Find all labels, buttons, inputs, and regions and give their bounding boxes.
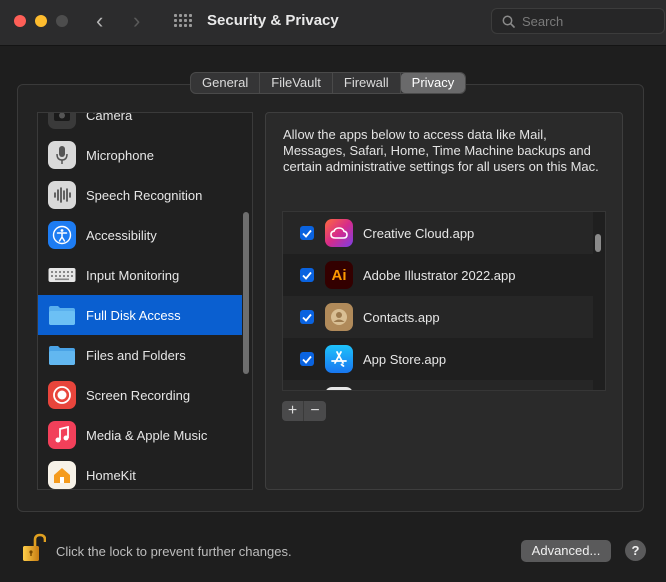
- app-name: Contacts.app: [363, 309, 440, 325]
- app-icon-partial: [325, 387, 353, 390]
- illustrator-icon: Ai: [325, 261, 353, 289]
- tab-bar: General FileVault Firewall Privacy: [190, 72, 467, 94]
- privacy-category-list[interactable]: Camera Microphone Speech Recognition Acc…: [37, 112, 253, 490]
- add-app-button[interactable]: +: [282, 401, 304, 421]
- tab-privacy[interactable]: Privacy: [400, 73, 466, 93]
- sidebar-item-media-apple-music[interactable]: Media & Apple Music: [38, 415, 252, 455]
- app-row-adobe-illustrator[interactable]: Ai Adobe Illustrator 2022.app: [283, 254, 593, 296]
- lock-status-text: Click the lock to prevent further change…: [56, 544, 292, 559]
- app-name: Adobe Illustrator 2022.app: [363, 267, 516, 283]
- add-remove-control: + −: [282, 401, 326, 421]
- app-checkbox[interactable]: [300, 310, 314, 324]
- sidebar-item-label: HomeKit: [86, 467, 136, 483]
- tab-filevault[interactable]: FileVault: [260, 73, 333, 93]
- keyboard-icon: [48, 261, 76, 289]
- sidebar-item-screen-recording[interactable]: Screen Recording: [38, 375, 252, 415]
- app-checkbox[interactable]: [300, 268, 314, 282]
- advanced-button[interactable]: Advanced...: [521, 540, 611, 562]
- search-icon: [502, 15, 515, 28]
- sidebar-item-label: Files and Folders: [86, 347, 186, 363]
- sidebar-item-label: Media & Apple Music: [86, 427, 208, 443]
- sidebar-item-microphone[interactable]: Microphone: [38, 135, 252, 175]
- camera-icon: [48, 113, 76, 129]
- search-input[interactable]: [522, 12, 652, 30]
- sidebar-item-label: Speech Recognition: [86, 187, 203, 203]
- access-description: Allow the apps below to access data like…: [283, 127, 599, 174]
- sidebar-item-label: Full Disk Access: [86, 307, 181, 323]
- sidebar-item-camera[interactable]: Camera: [38, 112, 252, 135]
- app-name: Creative Cloud.app: [363, 225, 475, 241]
- lock-icon[interactable]: [22, 533, 47, 568]
- app-row-creative-cloud[interactable]: Creative Cloud.app: [283, 212, 593, 254]
- app-checkbox[interactable]: [300, 352, 314, 366]
- app-row-partial[interactable]: [283, 380, 593, 390]
- sidebar-item-input-monitoring[interactable]: Input Monitoring: [38, 255, 252, 295]
- sidebar-item-full-disk-access[interactable]: Full Disk Access: [38, 295, 242, 335]
- home-icon: [48, 461, 76, 489]
- sidebar-item-homekit[interactable]: HomeKit: [38, 455, 252, 489]
- help-button[interactable]: ?: [625, 540, 646, 561]
- app-checkbox[interactable]: [300, 226, 314, 240]
- remove-app-button[interactable]: −: [304, 401, 326, 421]
- folder-icon: [48, 341, 76, 369]
- app-list-scrollbar[interactable]: [595, 234, 601, 252]
- sidebar-item-files-and-folders[interactable]: Files and Folders: [38, 335, 252, 375]
- app-list[interactable]: Creative Cloud.app Ai Adobe Illustrator …: [282, 211, 606, 391]
- sidebar-item-speech-recognition[interactable]: Speech Recognition: [38, 175, 252, 215]
- show-all-grid-icon[interactable]: [174, 14, 192, 30]
- app-row-contacts[interactable]: Contacts.app: [283, 296, 593, 338]
- sidebar-item-label: Camera: [86, 112, 133, 123]
- zoom-window-button[interactable]: [56, 15, 68, 27]
- tab-general[interactable]: General: [191, 73, 261, 93]
- sidebar-item-label: Screen Recording: [86, 387, 191, 403]
- microphone-icon: [48, 141, 76, 169]
- tab-firewall[interactable]: Firewall: [333, 73, 401, 93]
- minimize-window-button[interactable]: [35, 15, 47, 27]
- app-name: App Store.app: [363, 351, 447, 367]
- sidebar-item-accessibility[interactable]: Accessibility: [38, 215, 252, 255]
- music-icon: [48, 421, 76, 449]
- close-window-button[interactable]: [14, 15, 26, 27]
- forward-chevron-icon[interactable]: ›: [133, 9, 140, 33]
- title-bar: ‹ › Security & Privacy: [0, 0, 666, 46]
- app-row-app-store[interactable]: App Store.app: [283, 338, 593, 380]
- sidebar-item-label: Microphone: [86, 147, 154, 163]
- creative-cloud-icon: [325, 219, 353, 247]
- search-field[interactable]: [491, 8, 665, 34]
- app-store-icon: [325, 345, 353, 373]
- category-list-scrollbar[interactable]: [243, 212, 249, 374]
- accessibility-icon: [48, 221, 76, 249]
- sidebar-item-label: Accessibility: [86, 227, 157, 243]
- speech-recognition-icon: [48, 181, 76, 209]
- back-chevron-icon[interactable]: ‹: [96, 9, 103, 33]
- contacts-icon: [325, 303, 353, 331]
- screen-recording-icon: [48, 381, 76, 409]
- sidebar-item-label: Input Monitoring: [86, 267, 180, 283]
- window-title: Security & Privacy: [207, 12, 339, 29]
- folder-icon: [48, 301, 76, 329]
